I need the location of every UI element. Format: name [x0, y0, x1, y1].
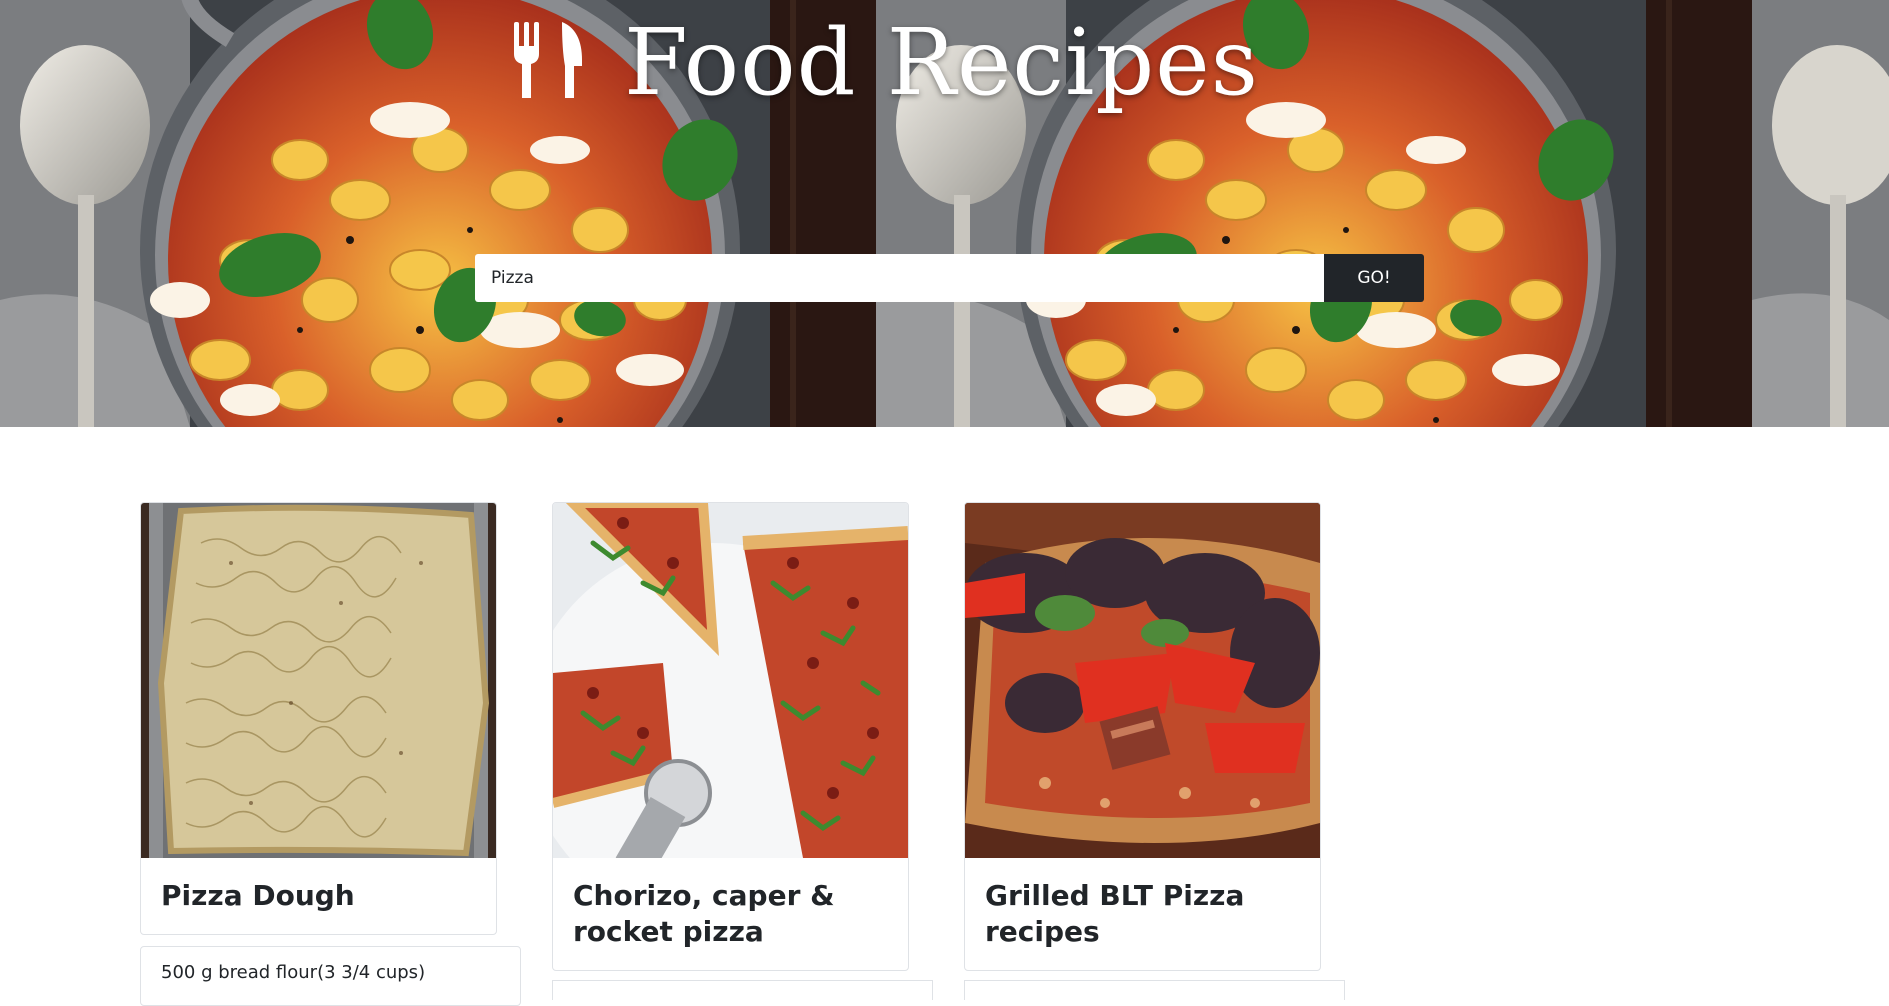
recipe-card[interactable]: Grilled BLT Pizza recipes [964, 502, 1321, 971]
hero-banner: Food Recipes GO! [0, 0, 1889, 427]
recipe-title[interactable]: Pizza Dough [141, 858, 496, 934]
recipe-image[interactable] [141, 503, 496, 858]
recipe-title[interactable]: Grilled BLT Pizza recipes [965, 858, 1320, 970]
recipe-card[interactable]: Pizza Dough [140, 502, 497, 935]
search-bar: GO! [475, 254, 1424, 302]
recipe-image[interactable] [553, 503, 908, 858]
site-header: Food Recipes [512, 6, 1259, 118]
search-input[interactable] [475, 254, 1324, 302]
hero-background-image-partial [1752, 0, 1889, 427]
recipe-card[interactable]: Chorizo, caper & rocket pizza [552, 502, 909, 971]
recipe-image[interactable] [965, 503, 1320, 858]
site-title: Food Recipes [624, 8, 1259, 116]
recipe-title[interactable]: Chorizo, caper & rocket pizza [553, 858, 908, 970]
ingredient-panel-edge [964, 980, 1345, 1000]
ingredient-item: 500 g bread flour(3 3/4 cups) [140, 946, 521, 1006]
ingredient-panel-edge [552, 980, 933, 1000]
go-button[interactable]: GO! [1324, 254, 1424, 302]
fork-knife-icon [512, 20, 584, 104]
